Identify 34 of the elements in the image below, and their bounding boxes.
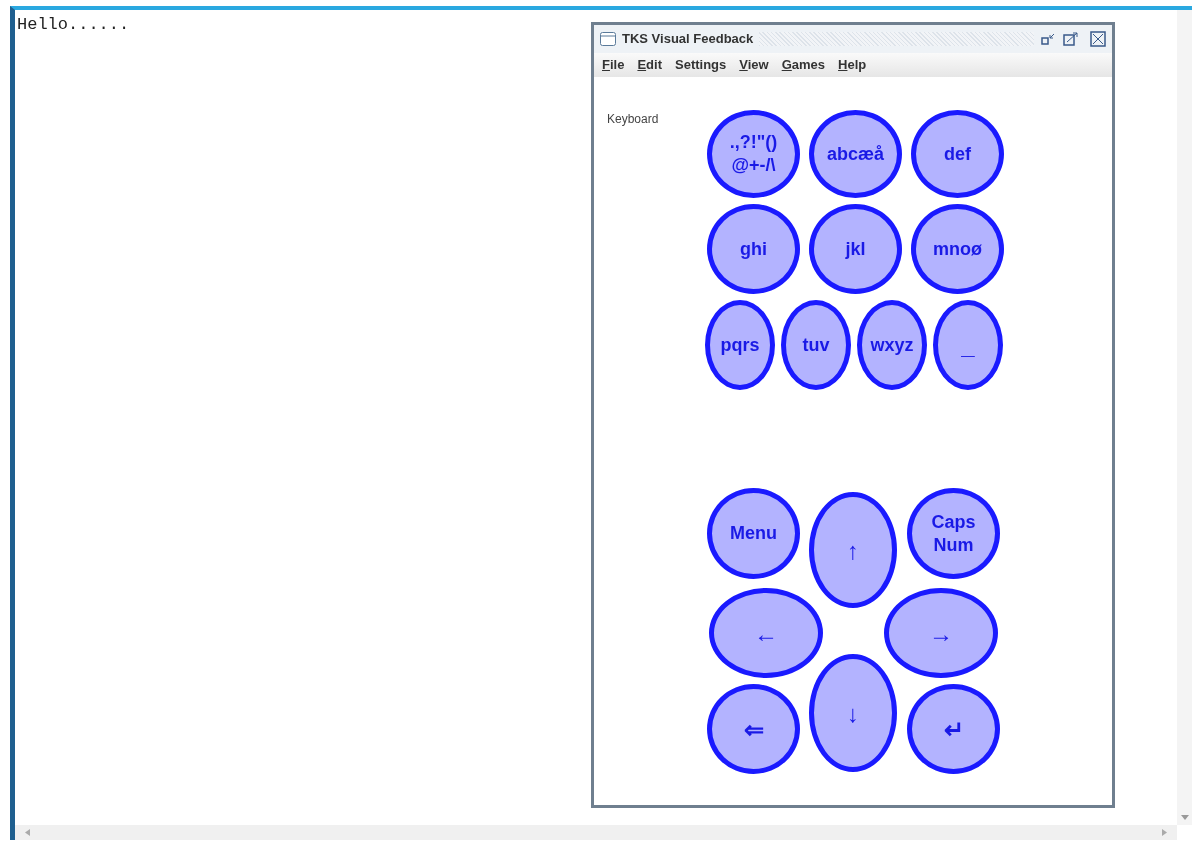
keyboard-key[interactable]: ↑	[809, 492, 897, 608]
keyboard-key[interactable]: Menu	[707, 488, 800, 579]
editor-text: Hello......	[17, 15, 130, 34]
keyboard-key[interactable]: pqrs	[705, 300, 775, 390]
menu-item[interactable]: Settings	[675, 55, 727, 75]
window-icon	[600, 32, 616, 46]
menu-item[interactable]: View	[739, 55, 769, 75]
menu-item[interactable]: File	[602, 55, 625, 75]
keyboard-key[interactable]: ⇐	[707, 684, 800, 774]
keyboard-key[interactable]: tuv	[781, 300, 851, 390]
window-title: TKS Visual Feedback	[622, 30, 754, 49]
keyboard-key[interactable]: mnoø	[911, 204, 1004, 294]
menu-item[interactable]: Help	[838, 55, 867, 75]
menu-item[interactable]: Games	[781, 55, 826, 75]
scroll-right-icon[interactable]	[1162, 829, 1167, 836]
scroll-down-icon[interactable]	[1180, 815, 1189, 821]
maximize-icon[interactable]	[1062, 32, 1078, 46]
scroll-left-icon[interactable]	[25, 829, 30, 836]
keyboard-label: Keyboard	[607, 111, 660, 128]
keyboard-key[interactable]: ←	[709, 588, 823, 678]
minimize-icon[interactable]	[1040, 32, 1056, 46]
keyboard-key[interactable]: ghi	[707, 204, 800, 294]
keyboard-key[interactable]: ↵	[907, 684, 1000, 774]
keyboard-key[interactable]: jkl	[809, 204, 902, 294]
keyboard-key[interactable]: wxyz	[857, 300, 927, 390]
keyboard-key[interactable]: def	[911, 110, 1004, 198]
keyboard-key[interactable]: →	[884, 588, 998, 678]
keyboard-key[interactable]: ↓	[809, 654, 897, 772]
keyboard-key[interactable]: .,?!"() @+-/\	[707, 110, 800, 198]
keyboard-key[interactable]: _	[933, 300, 1003, 390]
keyboard-key[interactable]: abcæå	[809, 110, 902, 198]
keyboard-key[interactable]: Caps Num	[907, 488, 1000, 579]
menu-item[interactable]: Edit	[637, 55, 662, 75]
close-icon[interactable]	[1090, 31, 1106, 47]
